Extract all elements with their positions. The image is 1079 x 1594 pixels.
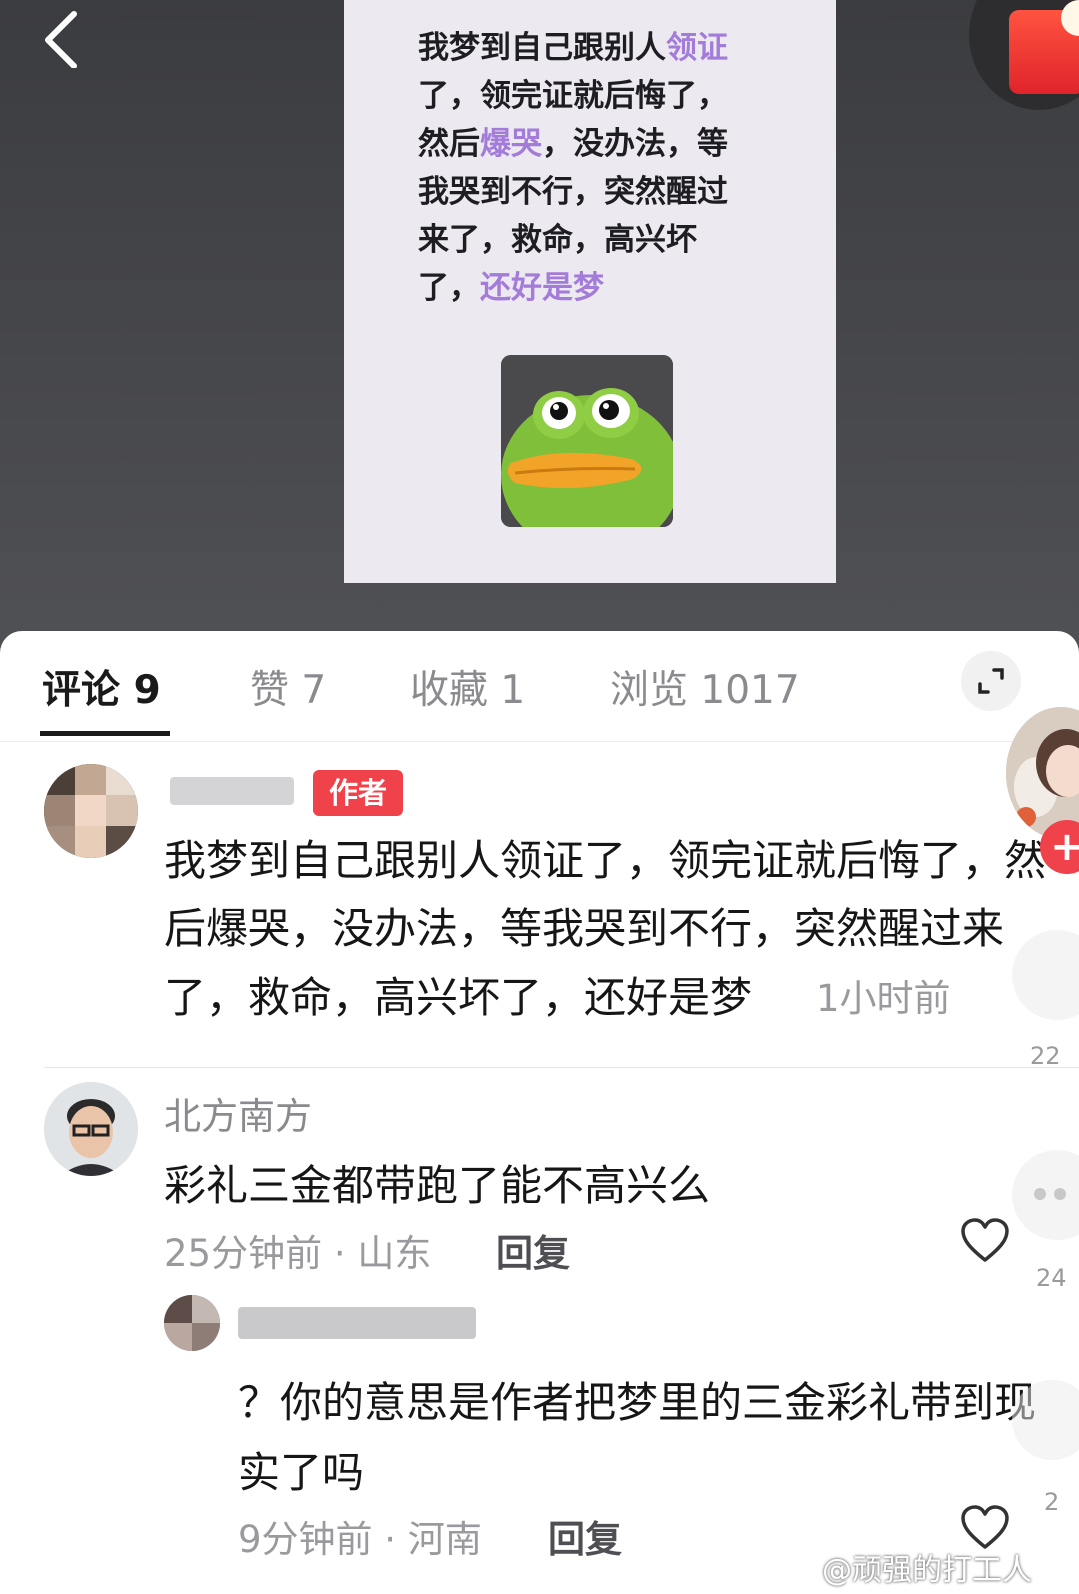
tab-bar: 评论 9 赞 7 收藏 1 浏览 1017 (0, 631, 1079, 741)
post-text-line: 然后爆哭，没办法，等 (418, 120, 768, 168)
overlay-like-count: 22 (1030, 1042, 1061, 1070)
avatar[interactable] (44, 764, 138, 858)
comment-username[interactable]: 北方南方 (164, 1086, 312, 1140)
post-text-segment: 我梦到自己跟别人 (418, 30, 666, 66)
tab-favorites[interactable]: 收藏 1 (410, 659, 525, 715)
post-text-segment: 我哭到不行，突然醒过 (418, 174, 728, 210)
heart-like-icon[interactable] (960, 1218, 1010, 1264)
expand-icon (978, 668, 1004, 694)
comment-time: 1小时前 (816, 977, 951, 1020)
avatar[interactable] (44, 1082, 138, 1176)
post-text-line: 了，还好是梦 (418, 264, 768, 312)
post-text-segment: 来了，救命，高兴坏 (418, 222, 697, 258)
post-image-area: 我梦到自己跟别人领证了，领完证就后悔了， 然后爆哭，没办法，等我哭到不行，突然醒过… (0, 0, 1079, 660)
post-image-text: 我梦到自己跟别人领证了，领完证就后悔了， 然后爆哭，没办法，等我哭到不行，突然醒过… (418, 24, 768, 312)
reply-text-line-2: 实了吗 (238, 1448, 365, 1497)
reply-button[interactable]: 回复 (496, 1223, 570, 1277)
tab-comments[interactable]: 评论 9 (42, 659, 161, 715)
post-text-highlight: 领证 (666, 30, 728, 66)
post-text-segment: 了， (418, 270, 480, 306)
overlay-share-count: 2 (1044, 1488, 1060, 1516)
pepe-frog-meme-image (501, 355, 673, 527)
comment-text: 彩礼三金都带跑了能不高兴么 (164, 1161, 711, 1210)
overlay-comment-count: 24 (1036, 1264, 1067, 1292)
red-packet-icon[interactable] (969, 0, 1079, 110)
comments-sheet: 评论 9 赞 7 收藏 1 浏览 1017 作者 我梦到自己跟别人领证了，领完证… (0, 631, 1079, 1594)
post-text-line: 我梦到自己跟别人领证 (418, 24, 768, 72)
post-text-line: 了，领完证就后悔了， (418, 72, 768, 120)
tab-views[interactable]: 浏览 1017 (610, 659, 800, 715)
avatar[interactable] (164, 1295, 220, 1351)
reply-meta: 9分钟前 · 河南 (238, 1518, 482, 1561)
blurred-username (170, 777, 294, 805)
post-text-line: 来了，救命，高兴坏 (418, 216, 768, 264)
post-text-segment: ，没办法，等 (542, 126, 728, 162)
active-tab-indicator (40, 731, 170, 736)
comment-meta: 25分钟前 · 山东 (164, 1232, 432, 1275)
blurred-username (238, 1307, 476, 1339)
post-text-highlight: 还好是梦 (480, 270, 604, 306)
comment-text-line-1: 我梦到自己跟别人领证了，领完证就后悔了，然 (164, 836, 1047, 885)
comment-text-line-2: 后爆哭，没办法，等我哭到不行，突然醒过来 (164, 904, 1005, 953)
expand-button[interactable] (961, 651, 1021, 711)
reply-button[interactable]: 回复 (548, 1509, 622, 1563)
tab-likes[interactable]: 赞 7 (250, 659, 326, 715)
reply-text-line-1: ？你的意思是作者把梦里的三金彩礼带到现 (238, 1378, 1037, 1427)
tabs-divider (0, 741, 1079, 742)
watermark: @顽强的打工人 (822, 1553, 1032, 1588)
post-text-segment: 然后 (418, 126, 480, 162)
author-badge: 作者 (313, 770, 403, 816)
post-text-highlight: 爆哭 (480, 126, 542, 162)
comment-text-line-3: 了，救命，高兴坏了，还好是梦 (164, 973, 753, 1022)
post-text-segment: 了，领完证就后悔了， (418, 78, 728, 114)
post-image-card: 我梦到自己跟别人领证了，领完证就后悔了， 然后爆哭，没办法，等我哭到不行，突然醒过… (344, 0, 836, 583)
post-text-line: 我哭到不行，突然醒过 (418, 168, 768, 216)
back-arrow-icon[interactable] (38, 8, 88, 68)
comment-divider (44, 1067, 1079, 1068)
